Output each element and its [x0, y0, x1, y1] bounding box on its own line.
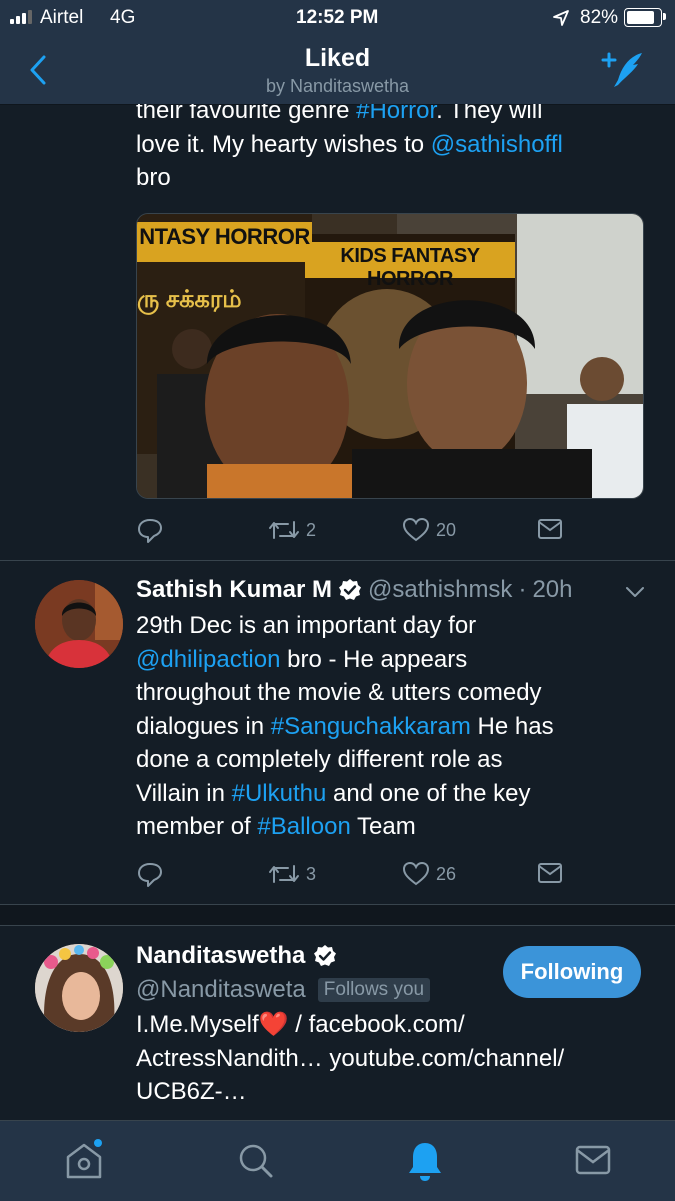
tweet-text-segment: Team [350, 813, 416, 840]
profile-avatar[interactable] [35, 944, 123, 1032]
profile-bio: I.Me.Myself❤️ / facebook.com/ ActressNan… [136, 1011, 565, 1105]
tweet2-line: throughout the movie & utters comedy [136, 676, 666, 710]
mail-icon [575, 1145, 611, 1175]
tweet-text-segment: 29th Dec is an important day for [136, 612, 477, 639]
signal-icon [10, 10, 32, 24]
divider [0, 560, 675, 561]
reply-button[interactable] [136, 516, 164, 544]
page-subtitle: by Nanditaswetha [265, 76, 410, 96]
verified-badge-icon [339, 579, 362, 600]
tab-search[interactable] [236, 1141, 276, 1186]
author-name[interactable]: Sathish Kumar M [136, 576, 332, 604]
status-bar: Airtel 4G 12:52 PM 82% [0, 0, 675, 36]
section-gap [0, 904, 675, 926]
tweet-text-segment: done a completely different role as [136, 746, 503, 773]
tweet-text-segment: and one of the key [326, 779, 531, 807]
tab-notifications[interactable] [405, 1139, 445, 1188]
tweet2-line: 29th Dec is an important day for [136, 609, 666, 643]
heart-emoji-icon: ❤️ [258, 1011, 289, 1038]
tweet-text-segment: throughout the movie & utters comedy [136, 679, 542, 706]
hashtag-link[interactable]: #Balloon [257, 813, 350, 840]
tweet1-photo[interactable]: NTASY HORROR KIDS FANTASY HORROR ரு சக்க… [136, 213, 644, 499]
tweet-text-segment: bro - He appears [280, 645, 468, 673]
verified-badge-icon [314, 945, 337, 966]
network-type: 4G [110, 7, 136, 28]
search-icon [239, 1144, 273, 1178]
tweet-text-segment: member of [136, 813, 258, 840]
tweet2-text: 29th Dec is an important day for @dhilipa… [136, 609, 666, 844]
reply-icon [138, 519, 162, 543]
retweet-icon [269, 865, 299, 883]
like-button[interactable]: 26 [402, 860, 456, 888]
retweet-button[interactable]: 3 [268, 860, 316, 888]
profile-name[interactable]: Nanditaswetha [136, 942, 305, 970]
clock: 12:52 PM [296, 7, 379, 28]
heart-icon [402, 861, 430, 886]
like-button[interactable]: 20 [402, 516, 456, 544]
poster-banner-left: NTASY HORROR [139, 224, 310, 249]
carrier-name: Airtel [40, 7, 84, 28]
battery-percent: 82% [580, 7, 619, 28]
hashtag-link[interactable]: #Sanguchakkaram [271, 713, 471, 740]
tab-home[interactable] [62, 1139, 108, 1188]
tweet-text-segment: Villain in [136, 779, 232, 807]
retweet-count: 3 [306, 863, 317, 884]
tweet-time: 20h [532, 576, 573, 603]
poster-banner-right: KIDS FANTASY HORROR [340, 245, 480, 290]
battery-icon [624, 8, 662, 27]
tab-bar [0, 1120, 675, 1201]
author-handle: @sathishmsk [368, 576, 513, 603]
chevron-down-icon[interactable] [624, 584, 646, 600]
follows-you-badge: Follows you [317, 978, 431, 1002]
avatar[interactable] [35, 580, 123, 668]
tweet2-line: dialogues in #Sanguchakkaram He has [136, 710, 666, 744]
avatar-photo [35, 580, 123, 668]
retweet-button[interactable]: 2 [268, 516, 316, 544]
reply-button[interactable] [136, 860, 164, 888]
compose-tweet-icon[interactable] [600, 50, 646, 90]
mention-link[interactable]: @sathishoffl [431, 131, 563, 158]
location-icon [553, 10, 569, 26]
tweet2-line: @dhilipaction bro - He appears [136, 643, 666, 677]
hashtag-link[interactable]: #Ulkuthu [232, 780, 327, 807]
tweet2-line: done a completely different role as [136, 743, 666, 777]
profile-name-row: Nanditaswetha [136, 942, 337, 970]
like-count: 26 [436, 863, 457, 884]
dm-share-button[interactable] [537, 862, 563, 884]
tweet2-line: member of #Balloon Team [136, 810, 666, 844]
mention-link[interactable]: @dhilipaction [136, 646, 280, 673]
page-title: Liked [304, 44, 371, 72]
mail-icon [538, 519, 562, 539]
retweet-icon [269, 521, 299, 539]
tweet-text-segment: dialogues in [136, 712, 271, 740]
poster-title: ரு சக்கரம் [137, 286, 242, 313]
avatar-photo [35, 944, 123, 1032]
retweet-count: 2 [306, 519, 317, 540]
following-button[interactable]: Following [503, 946, 641, 998]
tweet-text-segment: He has [470, 712, 554, 740]
tweet1-actions: 2 20 [0, 514, 675, 546]
tweet2-line: Villain in #Ulkuthu and one of the key [136, 777, 666, 811]
heart-icon [402, 517, 430, 542]
mail-icon [538, 863, 562, 883]
tab-messages[interactable] [575, 1145, 611, 1180]
dm-share-button[interactable] [537, 518, 563, 540]
home-icon [66, 1139, 102, 1179]
nav-header-overlay: Liked by Nanditaswetha [0, 36, 675, 104]
tweet2-header: Sathish Kumar M @sathishmsk · 20h [136, 576, 573, 604]
profile-handle-row: @Nanditasweta Follows you [136, 976, 431, 1004]
bell-icon [409, 1143, 441, 1181]
tweet1-text: their favourite genre #Horror. They will… [136, 97, 563, 191]
like-count: 20 [436, 519, 457, 540]
profile-handle: @Nanditasweta [136, 976, 306, 1003]
tweet2-actions: 3 26 [0, 858, 675, 890]
reply-icon [138, 863, 162, 887]
